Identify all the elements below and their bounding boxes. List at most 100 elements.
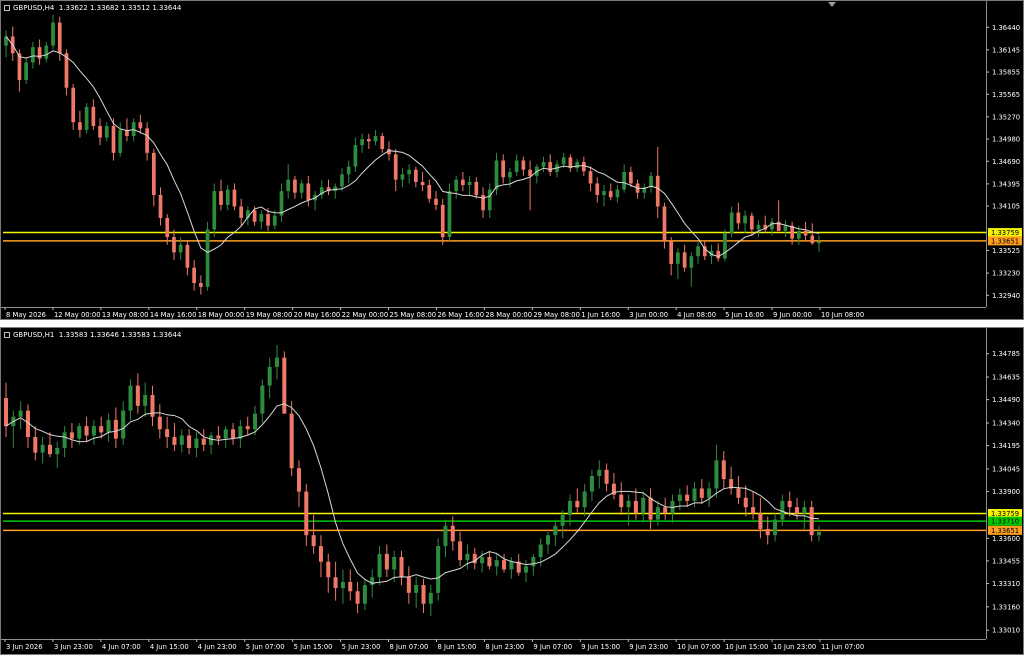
price-tick-label: 1.34340: [992, 420, 1020, 428]
symbol-icon: [4, 5, 10, 11]
candle-body: [286, 179, 291, 192]
candle-body: [392, 556, 397, 570]
time-tick-label: 29 May 08:00: [533, 311, 580, 319]
candle-body: [440, 204, 445, 238]
candle-body: [253, 413, 258, 430]
candle-body: [113, 419, 118, 439]
candle-body: [633, 500, 638, 514]
candle-body: [714, 460, 719, 489]
candle-body: [293, 179, 297, 193]
candle-body: [165, 429, 170, 438]
h1-chart-canvas[interactable]: 1.34785 1.34635 1.34490 1.34340 1.34195 1.340…: [1, 328, 1023, 654]
h4-chart-canvas[interactable]: 1.36440 1.36145 1.35855 1.35565 1.35270 1.349…: [1, 1, 1023, 319]
candle-body: [663, 507, 668, 514]
candle-body: [816, 532, 822, 536]
candle-body: [346, 166, 351, 175]
chart-window-h1[interactable]: 1.34785 1.34635 1.34490 1.34340 1.34195 1.340…: [0, 327, 1024, 655]
candle-body: [514, 160, 519, 172]
candle-body: [348, 581, 353, 592]
time-tick-label: 5 Jun 16:00: [725, 311, 764, 319]
time-tick-label: 10 Jun 23:00: [773, 643, 816, 651]
candle-body: [274, 357, 280, 367]
candle-body: [326, 561, 331, 578]
candle-body: [40, 444, 45, 453]
candle-body: [18, 410, 23, 417]
candle-body: [260, 385, 265, 414]
candle-body: [809, 507, 814, 536]
chart-window-h4[interactable]: 1.36440 1.36145 1.35855 1.35565 1.35270 1.349…: [0, 0, 1024, 320]
candle-body: [736, 488, 741, 498]
candle-body: [33, 437, 38, 453]
candle-body: [245, 426, 250, 430]
price-tick-label: 1.33310: [992, 580, 1020, 588]
candle-body: [641, 497, 646, 514]
candle-body: [655, 507, 660, 520]
candle-body: [311, 535, 316, 547]
price-tick-label: 1.34635: [992, 374, 1020, 382]
candle-body: [192, 267, 196, 284]
candle-body: [450, 525, 455, 542]
candle-body: [355, 591, 360, 604]
chart-shift-marker[interactable]: [828, 2, 836, 7]
candle-body: [111, 126, 116, 153]
candle-body: [69, 432, 74, 439]
time-tick-label: 11 Jun 07:00: [821, 643, 864, 651]
candle-body: [259, 214, 264, 222]
candle-body: [669, 240, 674, 264]
candle-body: [427, 185, 432, 199]
candle-body: [494, 560, 499, 567]
candle-body: [560, 514, 565, 526]
candle-body: [553, 525, 558, 536]
candle-body: [239, 206, 244, 218]
chart-symbol: GBPUSD,H1: [13, 331, 55, 339]
candle-body: [99, 426, 104, 433]
price-tick-label: 1.34690: [992, 158, 1020, 166]
candle-body: [57, 22, 62, 54]
candle-body: [723, 233, 727, 259]
time-tick-label: 20 May 16:00: [294, 311, 341, 319]
candle-body: [225, 189, 230, 205]
candle-body: [71, 87, 76, 123]
candle-body: [795, 507, 800, 514]
candle-body: [662, 206, 667, 241]
candle-body: [360, 139, 364, 146]
price-label-text: 1.33651: [991, 237, 1019, 245]
time-tick-label: 25 May 08:00: [390, 311, 437, 319]
candle-body: [765, 528, 770, 536]
price-label-text: 1.33651: [991, 527, 1019, 535]
time-tick-label: 13 May 08:00: [102, 311, 149, 319]
candle-body: [575, 500, 580, 508]
candle-body: [24, 62, 29, 81]
candle-body: [145, 128, 149, 153]
candle-body: [37, 47, 42, 59]
candle-body: [676, 252, 680, 264]
candle-body: [118, 129, 123, 153]
candle-body: [817, 241, 821, 244]
candle-body: [185, 244, 190, 268]
candle-body: [282, 357, 287, 414]
chart-symbol: GBPUSD,H4: [13, 4, 55, 12]
moving-average-line: [5, 403, 820, 584]
candle-body: [729, 212, 734, 234]
candle-body: [626, 500, 631, 508]
symbol-icon: [4, 332, 10, 338]
candle-body: [304, 491, 309, 536]
candle-body: [773, 519, 778, 536]
candle-body: [595, 183, 600, 195]
candle-body: [467, 181, 472, 186]
candle-body: [421, 585, 426, 604]
candle-body: [629, 171, 633, 184]
candle-body: [770, 221, 774, 230]
price-tick-label: 1.34980: [992, 136, 1020, 144]
candle-body: [567, 500, 572, 515]
candle-body: [373, 135, 378, 142]
candle-body: [201, 438, 206, 445]
candle-body: [707, 488, 712, 498]
time-tick-label: 19 May 08:00: [246, 311, 293, 319]
candle-body: [743, 215, 747, 224]
time-tick-label: 8 May 2026: [6, 311, 46, 319]
candle-body: [157, 416, 162, 430]
candle-body: [47, 444, 52, 455]
price-tick-label: 1.33160: [992, 603, 1020, 611]
price-tick-label: 1.34490: [992, 396, 1020, 404]
